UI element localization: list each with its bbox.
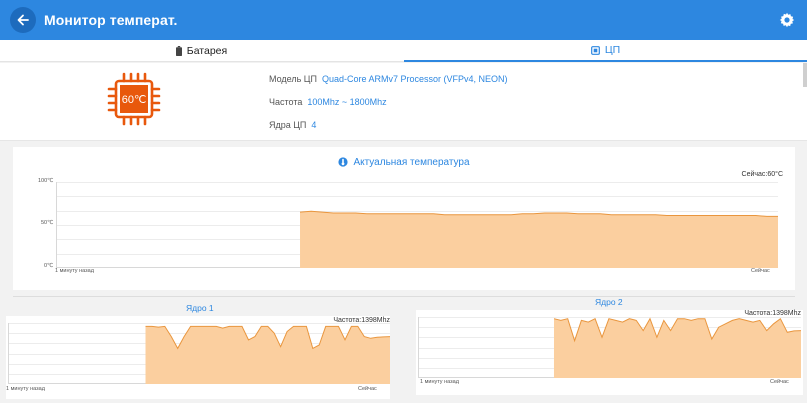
series-area <box>553 318 801 378</box>
divider <box>13 296 795 297</box>
cpu-model-label: Модель ЦП <box>269 74 317 84</box>
gear-icon <box>779 12 795 28</box>
scrollbar[interactable] <box>803 63 807 87</box>
core2-chart <box>418 317 801 378</box>
cpu-model-value: Quad-Core ARMv7 Processor (VFPv4, NEON) <box>321 74 508 84</box>
temperature-chart <box>56 182 778 268</box>
core2-x-end: Сейчас <box>770 379 789 385</box>
tab-cpu[interactable]: ЦП <box>404 40 807 62</box>
series-area <box>145 326 390 384</box>
back-button[interactable] <box>10 7 36 33</box>
series-area <box>300 211 778 268</box>
cpu-frequency-row: Частота 100Mhz ~ 1800Mhz <box>269 97 387 107</box>
cpu-chip-icon: 60℃ <box>107 72 161 126</box>
y-tick-100: 100℃ <box>38 178 54 184</box>
cpu-frequency-label: Частота <box>269 97 303 107</box>
cpu-icon <box>590 45 600 55</box>
cpu-model-row: Модель ЦП Quad-Core ARMv7 Processor (VFPv… <box>269 74 508 84</box>
core1-chart <box>8 323 390 384</box>
page: Монитор температ. Батарея ЦП 60℃ Модель … <box>0 0 807 403</box>
temperature-now: Сейчас:60°C <box>741 171 783 178</box>
tab-bar: Батарея ЦП <box>0 40 807 62</box>
core1-x-start: 1 минуту назад <box>6 386 45 392</box>
battery-icon <box>175 46 182 56</box>
settings-button[interactable] <box>779 12 795 28</box>
tab-battery[interactable]: Батарея <box>0 40 403 62</box>
temperature-chart-title-row: Актуальная температура <box>13 157 795 168</box>
cpu-cores-row: Ядра ЦП 4 <box>269 120 316 130</box>
core2-x-start: 1 минуту назад <box>420 379 459 385</box>
tab-battery-label: Батарея <box>186 45 228 57</box>
core2-title: Ядро 2 <box>595 297 623 307</box>
x-label-start: 1 минуту назад <box>55 268 94 274</box>
x-label-end: Сейчас <box>751 268 770 274</box>
tab-cpu-label: ЦП <box>604 44 621 56</box>
cpu-cores-label: Ядра ЦП <box>269 120 307 130</box>
y-tick-50: 50℃ <box>41 220 54 226</box>
cpu-temperature: 60℃ <box>122 94 147 106</box>
cpu-info-card: 60℃ Модель ЦП Quad-Core ARMv7 Processor (… <box>0 63 807 141</box>
app-bar: Монитор температ. <box>0 0 807 40</box>
app-title: Монитор температ. <box>44 12 178 28</box>
cpu-frequency-value: 100Mhz ~ 1800Mhz <box>307 97 387 107</box>
cpu-cores-value: 4 <box>311 120 317 130</box>
core2-frequency: Частота:1398Mhz <box>744 310 801 317</box>
thermometer-icon <box>338 157 349 167</box>
temperature-chart-title: Актуальная температура <box>353 157 470 168</box>
y-tick-0: 0℃ <box>44 263 54 269</box>
core1-title: Ядро 1 <box>186 303 214 313</box>
core1-x-end: Сейчас <box>358 386 377 392</box>
arrow-left-icon <box>17 14 29 26</box>
